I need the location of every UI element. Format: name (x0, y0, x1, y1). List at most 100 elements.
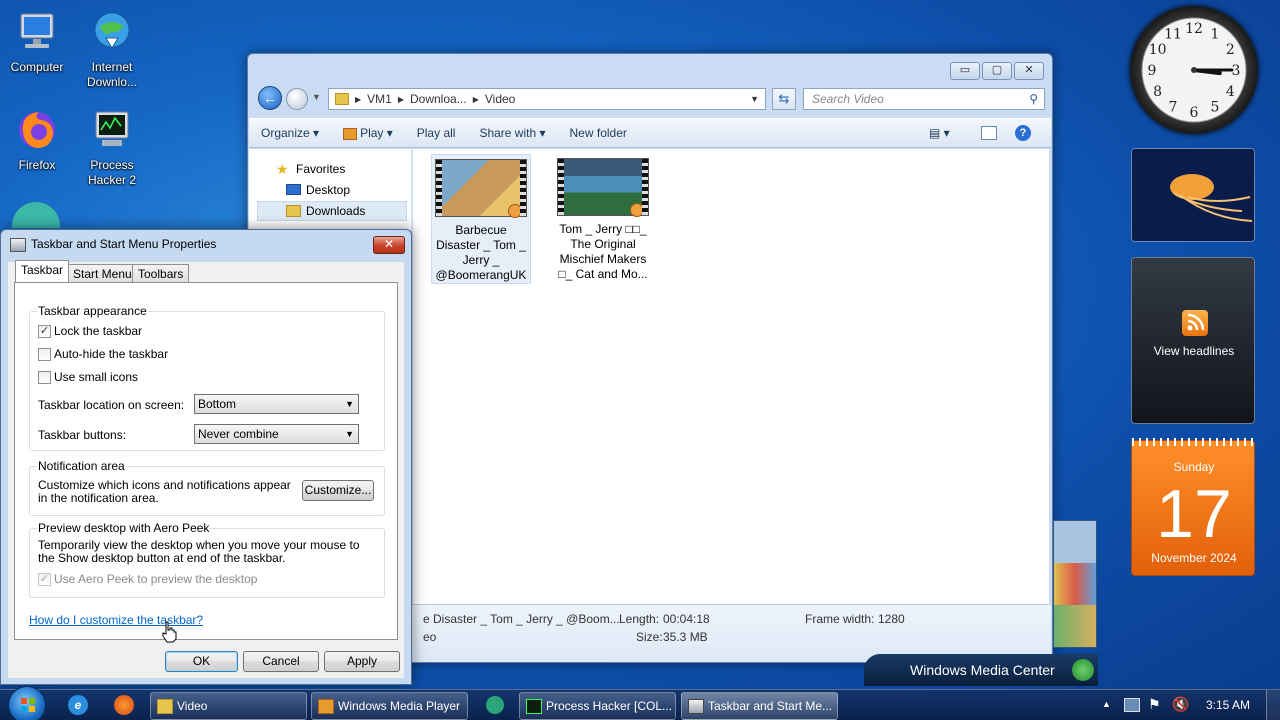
media-center-label[interactable]: Windows Media Center (864, 654, 1098, 686)
maximize-button[interactable]: ▢ (982, 62, 1012, 80)
firefox-icon (13, 106, 61, 154)
ok-button[interactable]: OK (165, 651, 238, 672)
notification-area-group: Notification area Customize which icons … (29, 459, 385, 516)
file-item[interactable]: Tom _ Jerry □□_ The Original Mischief Ma… (553, 154, 653, 282)
buttons-label: Taskbar buttons: (38, 428, 127, 442)
clock-number: 12 (1185, 21, 1203, 37)
view-headlines-label[interactable]: View headlines (1132, 344, 1256, 358)
taskbar-button-media-player[interactable]: Windows Media Player (311, 692, 468, 720)
tab-taskbar[interactable]: Taskbar (15, 260, 70, 282)
customize-button[interactable]: Customize... (302, 480, 374, 501)
play-all-button[interactable]: Play all (405, 126, 468, 140)
breadcrumb-downloads[interactable]: Downloa... (410, 92, 467, 106)
clock-number: 10 (1149, 42, 1167, 58)
firefox-taskbar-icon[interactable] (114, 695, 134, 715)
media-center-preview[interactable] (1053, 520, 1097, 648)
recent-pages-chevron-icon[interactable]: ▼ (312, 92, 321, 102)
dialog-close-button[interactable]: ✕ (373, 236, 405, 254)
close-button[interactable]: ✕ (1014, 62, 1044, 80)
aero-peek-description: Temporarily view the desktop when you mo… (38, 538, 360, 565)
detail-length-label: Length: (619, 612, 660, 626)
detail-file-type: eo (423, 630, 437, 644)
play-menu[interactable]: Play ▾ (331, 126, 405, 140)
computer-icon (13, 8, 61, 56)
share-with-menu[interactable]: Share with ▾ (467, 126, 557, 140)
file-item[interactable]: Barbecue Disaster _ Tom _ Jerry _ @Boome… (431, 154, 531, 284)
desktop-icon-computer[interactable]: Computer (1, 8, 73, 75)
process-hacker-icon (526, 699, 542, 714)
search-input[interactable]: Search Video ⚲ (803, 88, 1045, 110)
desktop-icon-label: Process Hacker 2 (87, 158, 137, 187)
taskbar-buttons-select[interactable]: Never combine ▼ (194, 424, 359, 444)
preview-pane-icon[interactable] (981, 126, 997, 140)
clock-gadget[interactable]: 12 1 2 3 4 5 6 7 8 9 10 11 (1130, 6, 1258, 134)
network-icon[interactable] (1124, 698, 1140, 712)
dropdown-arrow-icon: ▼ (345, 399, 354, 409)
back-arrow-icon[interactable]: ← (258, 86, 282, 110)
nav-downloads[interactable]: Downloads (306, 201, 365, 221)
show-desktop-button[interactable] (1266, 690, 1280, 720)
internet-explorer-icon[interactable]: e (68, 695, 88, 715)
taskbar-button-video[interactable]: Video (150, 692, 307, 720)
rss-icon (1182, 310, 1208, 336)
aero-peek-group: Preview desktop with Aero Peek Temporari… (29, 521, 385, 598)
help-icon[interactable]: ? (1015, 125, 1031, 141)
taskbar-button-process-hacker[interactable]: Process Hacker [COL... (519, 692, 676, 720)
clock-time[interactable]: 3:15 AM (1206, 698, 1250, 712)
detail-frame-width-value: 1280 (878, 612, 905, 626)
media-center-taskbar-icon[interactable] (486, 696, 504, 714)
desktop-icon-internet-download[interactable]: Internet Downlo... (76, 8, 148, 90)
checkbox-checked-icon: ✓ (38, 324, 51, 338)
file-name: Barbecue Disaster _ Tom _ Jerry _ @Boome… (435, 223, 527, 282)
breadcrumb-vm1[interactable]: VM1 (367, 92, 392, 106)
aero-peek-checkbox[interactable]: ✓ Use Aero Peek to preview the desktop (38, 572, 257, 586)
taskbar-appearance-group: Taskbar appearance ✓ Lock the taskbar Au… (29, 304, 385, 451)
checkbox-checked-icon: ✓ (38, 572, 51, 586)
small-icons-checkbox[interactable]: Use small icons (38, 370, 138, 384)
lock-taskbar-checkbox[interactable]: ✓ Lock the taskbar (38, 324, 142, 338)
organize-menu[interactable]: Organize ▾ (249, 126, 331, 140)
video-thumbnail (435, 159, 527, 218)
media-player-icon (318, 699, 334, 714)
address-dropdown-icon[interactable]: ▼ (750, 94, 759, 104)
search-icon: ⚲ (1029, 92, 1038, 106)
volume-muted-icon[interactable]: 🔇 (1172, 696, 1189, 713)
taskbar-location-select[interactable]: Bottom ▼ (194, 394, 359, 414)
new-folder-button[interactable]: New folder (558, 126, 639, 140)
action-center-flag-icon[interactable]: ⚑ (1148, 696, 1161, 713)
folder-icon (157, 699, 173, 714)
slideshow-gadget[interactable] (1131, 148, 1255, 242)
forward-arrow-icon[interactable] (286, 88, 308, 110)
nav-favorites[interactable]: Favorites (296, 159, 345, 179)
nav-desktop[interactable]: Desktop (306, 180, 350, 200)
desktop-icon-firefox[interactable]: Firefox (1, 106, 73, 173)
taskbar-button-taskbar-properties[interactable]: Taskbar and Start Me... (681, 692, 838, 720)
media-badge-icon (630, 203, 644, 217)
play-icon (343, 127, 358, 140)
windows-logo-icon (1072, 659, 1094, 681)
refresh-icon[interactable]: ⇆ (772, 88, 796, 110)
cancel-button[interactable]: Cancel (243, 651, 319, 672)
detail-size-value: 35.3 MB (663, 630, 708, 644)
minimize-button[interactable]: ▭ (950, 62, 980, 80)
calendar-gadget[interactable]: Sunday 17 November 2024 (1131, 438, 1256, 576)
start-button[interactable] (8, 686, 46, 720)
address-bar[interactable]: ▶ VM1 ▶ Downloa... ▶ Video ▼ (328, 88, 766, 110)
clock-center-pin (1191, 67, 1197, 73)
clock-number: 2 (1226, 42, 1235, 58)
apply-button[interactable]: Apply (324, 651, 400, 672)
desktop-icon-process-hacker[interactable]: Process Hacker 2 (76, 106, 148, 188)
desktop-icon-label: Firefox (18, 158, 56, 172)
dropdown-arrow-icon: ▼ (345, 429, 354, 439)
tab-start-menu[interactable]: Start Menu (67, 264, 138, 282)
show-hidden-icons-chevron-icon[interactable]: ▲ (1102, 699, 1111, 709)
desktop-icon-partial[interactable] (12, 202, 60, 228)
tab-toolbars[interactable]: Toolbars (132, 264, 190, 282)
clock-number: 6 (1190, 105, 1199, 121)
feed-headlines-gadget[interactable]: View headlines (1131, 257, 1255, 424)
view-options-icon[interactable]: ▤ ▾ (929, 126, 950, 140)
star-icon: ★ (276, 161, 289, 177)
breadcrumb-video[interactable]: Video (485, 92, 515, 106)
downloads-folder-icon (286, 205, 301, 217)
autohide-checkbox[interactable]: Auto-hide the taskbar (38, 347, 168, 361)
